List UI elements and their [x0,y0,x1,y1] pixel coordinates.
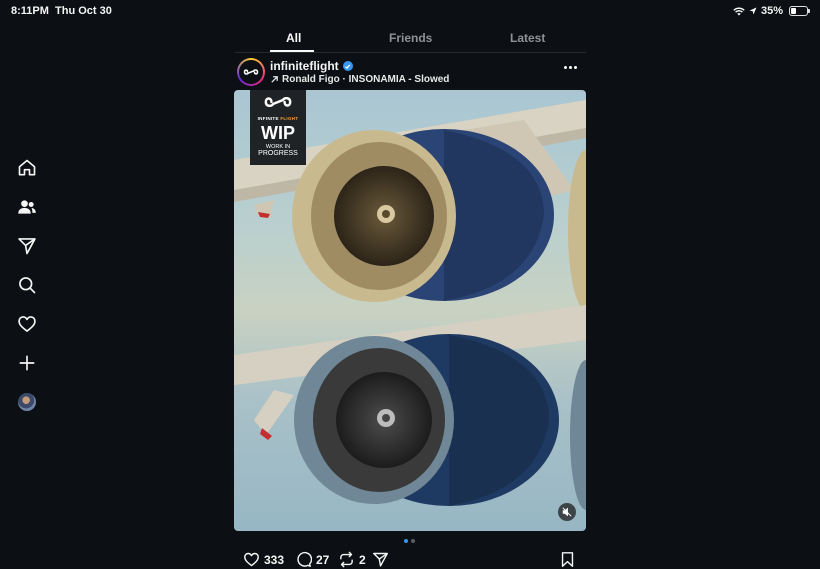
wip-title: WIP [261,123,295,143]
more-options-button[interactable] [560,60,580,74]
home-icon [18,159,36,176]
comment-button[interactable]: 27 [295,551,329,568]
wip-badge: INFINITE FLIGHT WIP WORK IN PROGRESS [250,90,306,165]
arrow-up-right-icon [271,76,278,83]
tab-all[interactable]: All [286,31,301,45]
wip-subtitle-2: PROGRESS [258,150,298,157]
speaker-muted-icon [562,507,572,517]
status-date: Thu Oct 30 [55,5,112,17]
sidebar-item-search[interactable] [14,272,40,298]
mute-button[interactable] [558,503,576,521]
sidebar-item-profile[interactable] [14,389,40,415]
send-icon [18,238,36,255]
carousel-dot-active [404,539,408,543]
tab-latest[interactable]: Latest [510,31,545,45]
carousel-indicator [404,539,415,543]
repost-count: 2 [359,552,366,567]
post-actions: 333 27 2 [243,551,586,569]
battery-icon [789,6,810,16]
comment-count: 27 [316,552,330,567]
heart-icon [244,552,259,567]
repost-button[interactable]: 2 [338,551,366,568]
bookmark-icon [561,552,574,567]
like-button[interactable]: 333 [243,551,284,568]
profile-avatar [18,393,36,411]
post-username[interactable]: infiniteflight [270,59,339,73]
status-indicators: 35% [733,5,810,17]
infinite-flight-logo-icon [264,97,292,107]
share-button[interactable] [372,551,389,568]
send-icon [373,552,388,567]
post-media[interactable]: INFINITE FLIGHT WIP WORK IN PROGRESS [234,90,586,531]
heart-icon [18,316,36,332]
save-button[interactable] [559,551,576,568]
ellipsis-icon [563,65,567,69]
sidebar-item-home[interactable] [14,155,40,181]
repost-icon [340,551,353,568]
post-avatar[interactable] [237,58,265,86]
feed-tabs: All Friends Latest [235,24,586,53]
post-header: infiniteflight Ronald Figo · INSONAMIA -… [237,58,586,88]
active-tab-indicator [270,50,314,52]
sidebar-item-activity[interactable] [14,311,40,337]
carousel-dot [411,539,415,543]
verified-badge-icon [342,61,353,71]
audio-track[interactable]: Ronald Figo · INSONAMIA - Slowed [270,74,449,85]
tab-friends[interactable]: Friends [389,31,432,45]
comment-icon [297,551,312,567]
people-icon [18,200,36,214]
username-row: infiniteflight [270,59,353,73]
search-icon [19,277,36,294]
location-icon [749,7,757,15]
sidebar-item-friends[interactable] [14,194,40,220]
wifi-icon [733,7,745,15]
status-time: 8:11PM [11,5,49,17]
infinite-flight-logo-icon [243,69,259,75]
like-count: 333 [264,552,285,567]
audio-track-label: Ronald Figo · INSONAMIA - Slowed [282,74,450,85]
plus-icon [19,355,35,371]
sidebar-item-messages[interactable] [14,233,40,259]
sidebar-item-create[interactable] [14,350,40,376]
battery-percent: 35% [760,5,783,17]
status-bar: 8:11PM Thu Oct 30 35% [0,0,820,22]
wip-brand: INFINITE FLIGHT [257,116,299,121]
